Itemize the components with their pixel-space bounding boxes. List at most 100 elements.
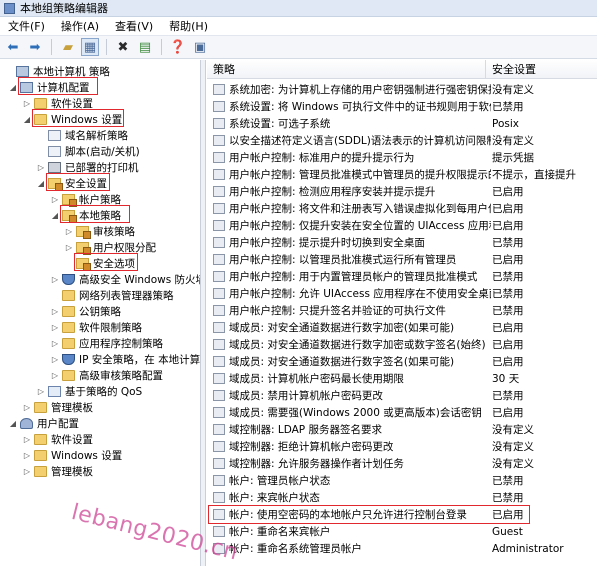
policy-row[interactable]: 域成员: 对安全通道数据进行数字签名(如果可能) 已启用	[207, 353, 597, 370]
policy-row[interactable]: 用户帐户控制: 管理员批准模式中管理员的提升权限提示的... 不提示，直接提升	[207, 166, 597, 183]
expand-arrow-icon[interactable]: ◢	[22, 115, 32, 124]
folder-icon	[62, 305, 75, 317]
tree-item[interactable]: ◢ 用户配置	[8, 415, 79, 431]
tree-item[interactable]: ▷ 高级安全 Windows 防火墙	[50, 271, 200, 287]
expand-arrow-icon[interactable]: ▷	[36, 387, 46, 396]
policy-name: 用户帐户控制: 仅提升安装在安全位置的 UIAccess 应用程序	[229, 220, 491, 232]
policy-row[interactable]: 用户帐户控制: 检测应用程序安装并提示提升 已启用	[207, 183, 597, 200]
policy-name: 域成员: 需要强(Windows 2000 或更高版本)会话密钥	[229, 407, 482, 419]
policy-name: 域控制器: 允许服务器操作者计划任务	[229, 458, 404, 470]
expand-arrow-icon[interactable]: ▷	[50, 307, 60, 316]
expand-arrow-icon[interactable]: ▷	[22, 467, 32, 476]
pane-splitter[interactable]	[201, 60, 206, 566]
policy-row[interactable]: 域成员: 对安全通道数据进行数字加密或数字签名(始终) 已启用	[207, 336, 597, 353]
policy-name: 帐户: 重命名系统管理员帐户	[229, 543, 362, 555]
properties-icon[interactable]: ▣	[191, 38, 209, 56]
tree-item[interactable]: ▷ 应用程序控制策略	[50, 335, 163, 351]
policy-icon	[213, 254, 225, 265]
tree-item-label: 审核策略	[93, 225, 135, 238]
menu-view[interactable]: 查看(V)	[107, 18, 161, 34]
tree-item-label: 公钥策略	[79, 305, 121, 318]
policy-name: 用户帐户控制: 允许 UIAccess 应用程序在不使用安全桌面...	[229, 288, 491, 300]
expand-arrow-icon[interactable]: ◢	[8, 419, 18, 428]
policy-name: 用户帐户控制: 只提升签名并验证的可执行文件	[229, 305, 446, 317]
expand-arrow-icon[interactable]: ▷	[22, 99, 32, 108]
expand-arrow-icon[interactable]: ▷	[50, 355, 60, 364]
expand-arrow-icon[interactable]: ◢	[36, 179, 46, 188]
policy-row[interactable]: 帐户: 重命名系统管理员帐户 Administrator	[207, 540, 597, 557]
tree-item[interactable]: 域名解析策略	[36, 127, 128, 143]
expand-arrow-icon[interactable]: ▷	[36, 163, 46, 172]
policy-row[interactable]: 用户帐户控制: 只提升签名并验证的可执行文件 已禁用	[207, 302, 597, 319]
forward-icon[interactable]: ➡	[26, 38, 44, 56]
expand-arrow-icon[interactable]: ▷	[22, 403, 32, 412]
folder-icon	[34, 465, 47, 477]
expand-arrow-icon[interactable]: ▷	[50, 275, 60, 284]
policy-row[interactable]: 系统设置: 将 Windows 可执行文件中的证书规则用于软件... 已禁用	[207, 98, 597, 115]
tree-item[interactable]: ▷ 管理模板	[22, 399, 93, 415]
tree-item[interactable]: ▷ IP 安全策略，在 本地计算机	[50, 351, 200, 367]
export-icon[interactable]: ▤	[136, 38, 154, 56]
tree-item[interactable]: ▷ 管理模板	[22, 463, 93, 479]
tree-item[interactable]: ▷ 软件设置	[22, 431, 93, 447]
policy-row[interactable]: 帐户: 管理员帐户状态 已禁用	[207, 472, 597, 489]
policy-row[interactable]: 用户帐户控制: 允许 UIAccess 应用程序在不使用安全桌面... 已禁用	[207, 285, 597, 302]
folder-icon	[34, 449, 47, 461]
policy-row[interactable]: 帐户: 重命名来宾帐户 Guest	[207, 523, 597, 540]
policy-row[interactable]: 系统设置: 可选子系统 Posix	[207, 115, 597, 132]
policy-row[interactable]: 域成员: 计算机帐户密码最长使用期限 30 天	[207, 370, 597, 387]
policy-row[interactable]: 域成员: 需要强(Windows 2000 或更高版本)会话密钥 已启用	[207, 404, 597, 421]
policy-row[interactable]: 用户帐户控制: 将文件和注册表写入错误虚拟化到每用户位置 已启用	[207, 200, 597, 217]
tree-item[interactable]: ▷ 审核策略	[64, 223, 135, 239]
expand-arrow-icon[interactable]: ▷	[22, 435, 32, 444]
expand-arrow-icon[interactable]: ▷	[50, 339, 60, 348]
policy-row[interactable]: 用户帐户控制: 仅提升安装在安全位置的 UIAccess 应用程序 已启用	[207, 217, 597, 234]
policy-row[interactable]: 域控制器: 拒绝计算机帐户密码更改 没有定义	[207, 438, 597, 455]
up-folder-icon[interactable]: ▰	[59, 38, 77, 56]
column-header-setting[interactable]: 安全设置	[486, 60, 597, 79]
policy-row[interactable]: 系统加密: 为计算机上存储的用户密钥强制进行强密钥保护 没有定义	[207, 81, 597, 98]
policy-row[interactable]: 用户帐户控制: 提示提升时切换到安全桌面 已禁用	[207, 234, 597, 251]
policy-row[interactable]: 帐户: 来宾帐户状态 已禁用	[207, 489, 597, 506]
security-setting: 没有定义	[492, 424, 534, 436]
column-header-policy[interactable]: 策略	[207, 60, 486, 79]
expand-arrow-icon[interactable]: ◢	[50, 211, 60, 220]
tree-item[interactable]: ▷ 基于策略的 QoS	[36, 383, 142, 399]
policy-row[interactable]: 用户帐户控制: 以管理员批准模式运行所有管理员 已启用	[207, 251, 597, 268]
policy-row[interactable]: 域控制器: LDAP 服务器签名要求 没有定义	[207, 421, 597, 438]
menu-bar: 文件(F) 操作(A) 查看(V) 帮助(H)	[0, 17, 597, 35]
tree-item[interactable]: 脚本(启动/关机)	[36, 143, 140, 159]
expand-arrow-icon[interactable]: ▷	[22, 451, 32, 460]
tree-item[interactable]: ▷ 公钥策略	[50, 303, 121, 319]
show-tree-icon[interactable]: ▦	[81, 38, 99, 56]
security-setting: 不提示，直接提升	[492, 169, 576, 181]
menu-help[interactable]: 帮助(H)	[161, 18, 216, 34]
expand-arrow-icon[interactable]: ▷	[50, 323, 60, 332]
menu-file[interactable]: 文件(F)	[0, 18, 53, 34]
tree-item[interactable]: ▷ Windows 设置	[22, 447, 122, 463]
tree-item[interactable]: ▷ 高级审核策略配置	[50, 367, 163, 383]
tree-item[interactable]: ▷ 软件限制策略	[50, 319, 142, 335]
policy-icon	[213, 339, 225, 350]
back-icon[interactable]: ⬅	[4, 38, 22, 56]
policy-row[interactable]: 域成员: 禁用计算机帐户密码更改 已禁用	[207, 387, 597, 404]
policy-row[interactable]: 以安全描述符定义语言(SDDL)语法表示的计算机访问限制 没有定义	[207, 132, 597, 149]
tree-item[interactable]: 网络列表管理器策略	[50, 287, 174, 303]
help-icon[interactable]: ❓	[169, 38, 187, 56]
expand-arrow-icon[interactable]: ▷	[50, 195, 60, 204]
policy-row[interactable]: 域成员: 对安全通道数据进行数字加密(如果可能) 已启用	[207, 319, 597, 336]
policy-name: 帐户: 来宾帐户状态	[229, 492, 320, 504]
policy-row[interactable]: 用户帐户控制: 用于内置管理员帐户的管理员批准模式 已禁用	[207, 268, 597, 285]
expand-arrow-icon[interactable]: ▷	[50, 371, 60, 380]
expand-arrow-icon[interactable]: ◢	[8, 83, 18, 92]
menu-action[interactable]: 操作(A)	[53, 18, 107, 34]
expand-arrow-icon[interactable]: ▷	[64, 227, 74, 236]
security-setting: 已启用	[492, 322, 524, 334]
security-setting: 提示凭据	[492, 152, 534, 164]
policy-row[interactable]: 域控制器: 允许服务器操作者计划任务 没有定义	[207, 455, 597, 472]
security-setting: 已启用	[492, 220, 524, 232]
security-setting: 已启用	[492, 203, 524, 215]
expand-arrow-icon[interactable]: ▷	[64, 243, 74, 252]
policy-row[interactable]: 用户帐户控制: 标准用户的提升提示行为 提示凭据	[207, 149, 597, 166]
delete-icon[interactable]: ✖	[114, 38, 132, 56]
